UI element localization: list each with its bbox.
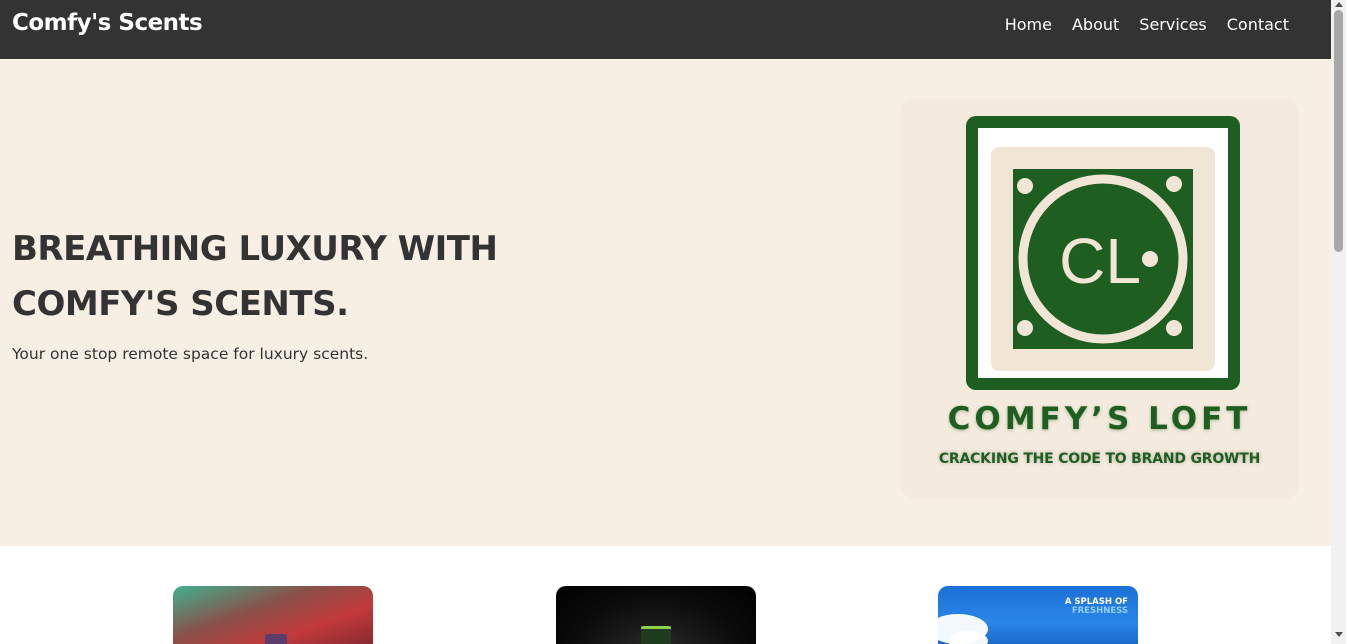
- promo-line2: FRESHNESS: [1071, 606, 1128, 616]
- nav-home[interactable]: Home: [1005, 15, 1052, 34]
- logo-dot-tr: [1166, 176, 1182, 192]
- logo-name: COMFY’S LOFT: [947, 401, 1252, 437]
- hero-section: BREATHING LUXURY WITH COMFY'S SCENTS. Yo…: [0, 59, 1331, 546]
- site-brand[interactable]: Comfy's Scents: [12, 10, 203, 36]
- promo-text: A SPLASH OF FRESHNESS: [1065, 598, 1128, 616]
- nav-contact[interactable]: Contact: [1227, 15, 1289, 34]
- hero-title-line2: COMFY'S SCENTS.: [12, 284, 349, 324]
- perfume-bottle-image: [265, 634, 287, 644]
- hero-title: BREATHING LUXURY WITH COMFY'S SCENTS.: [12, 222, 532, 332]
- logo-tagline: CRACKING THE CODE TO BRAND GROWTH: [938, 451, 1261, 467]
- scroll-down-arrow-icon[interactable]: [1335, 632, 1343, 637]
- nav-about[interactable]: About: [1072, 15, 1119, 34]
- page: Comfy's Scents Home About Services Conta…: [0, 0, 1331, 644]
- products-section: A SPLASH OF FRESHNESS: [0, 546, 1331, 644]
- logo-dot-bl: [1017, 320, 1033, 336]
- perfume-bottle-image: [641, 626, 671, 644]
- logo-dot-tl: [1017, 178, 1033, 194]
- logo-card: CL COMFY’S LOFT CRACKING THE CODE TO BRA…: [900, 99, 1299, 499]
- logo-monogram: CL: [1059, 225, 1141, 297]
- nav-links: Home About Services Contact: [1005, 15, 1289, 34]
- comfys-loft-logo: CL: [966, 116, 1240, 390]
- nav-services[interactable]: Services: [1139, 15, 1206, 34]
- scroll-thumb[interactable]: [1334, 10, 1343, 252]
- scroll-up-arrow-icon[interactable]: [1335, 2, 1343, 7]
- vertical-scrollbar[interactable]: [1331, 0, 1346, 644]
- hero-subtitle: Your one stop remote space for luxury sc…: [12, 345, 369, 363]
- hero-title-line1: BREATHING LUXURY WITH: [12, 229, 498, 269]
- navbar: Comfy's Scents Home About Services Conta…: [0, 0, 1331, 59]
- product-card-2[interactable]: [556, 586, 756, 644]
- product-card-3[interactable]: A SPLASH OF FRESHNESS: [938, 586, 1138, 644]
- logo-dot-br: [1166, 320, 1182, 336]
- product-card-1[interactable]: [173, 586, 373, 644]
- cloud-shape: [948, 631, 988, 644]
- logo-monogram-dot: [1142, 251, 1158, 267]
